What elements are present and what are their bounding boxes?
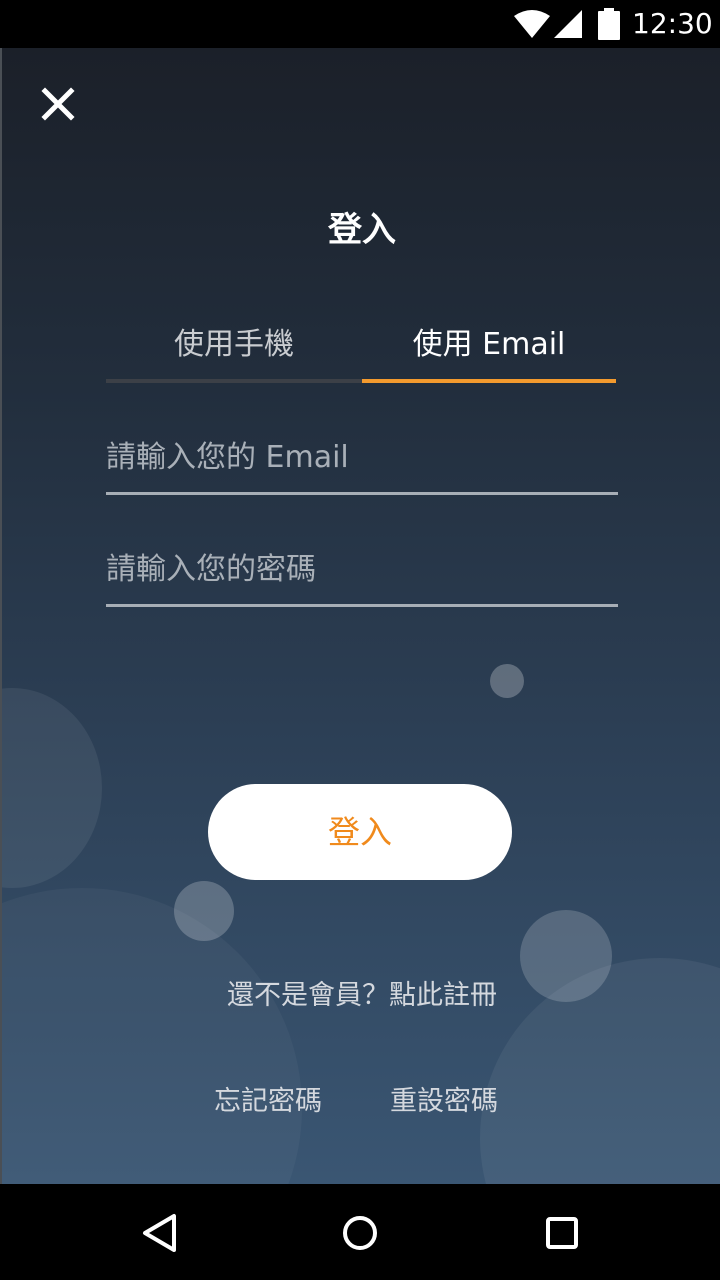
- status-bar: 12:30: [0, 0, 720, 48]
- email-input[interactable]: [106, 422, 618, 492]
- status-time: 12:30: [632, 7, 713, 40]
- cell-signal-icon: [554, 10, 582, 38]
- email-field: [106, 422, 618, 495]
- reset-password-link[interactable]: 重設密碼: [390, 1082, 498, 1122]
- login-method-tabs: 使用手機 使用 Email: [106, 318, 618, 384]
- bokeh-decoration: [490, 664, 524, 698]
- battery-icon: [598, 8, 620, 40]
- close-icon: [41, 87, 75, 121]
- bokeh-decoration: [2, 888, 302, 1184]
- bokeh-decoration: [2, 688, 102, 888]
- bokeh-decoration: [174, 881, 234, 941]
- tab-phone[interactable]: 使用手機: [106, 318, 362, 384]
- login-button[interactable]: 登入: [208, 784, 512, 880]
- page-title: 登入: [328, 210, 396, 250]
- home-icon[interactable]: [335, 1208, 385, 1258]
- password-field: [106, 534, 618, 607]
- tab-underline: [106, 379, 362, 383]
- close-button[interactable]: [38, 84, 78, 124]
- register-link[interactable]: 還不是會員？點此註冊: [2, 976, 720, 1016]
- forgot-password-link[interactable]: 忘記密碼: [214, 1082, 322, 1122]
- tab-email[interactable]: 使用 Email: [362, 318, 616, 384]
- password-input[interactable]: [106, 534, 618, 604]
- recent-apps-icon[interactable]: [537, 1208, 587, 1258]
- login-screen: 登入 使用手機 使用 Email 登入 還不是會員？點此註冊 忘記密碼 重設密碼: [0, 48, 720, 1184]
- wifi-icon: [514, 10, 550, 38]
- navigation-bar: [0, 1184, 720, 1280]
- back-icon[interactable]: [136, 1208, 186, 1258]
- tab-active-indicator: [362, 379, 616, 383]
